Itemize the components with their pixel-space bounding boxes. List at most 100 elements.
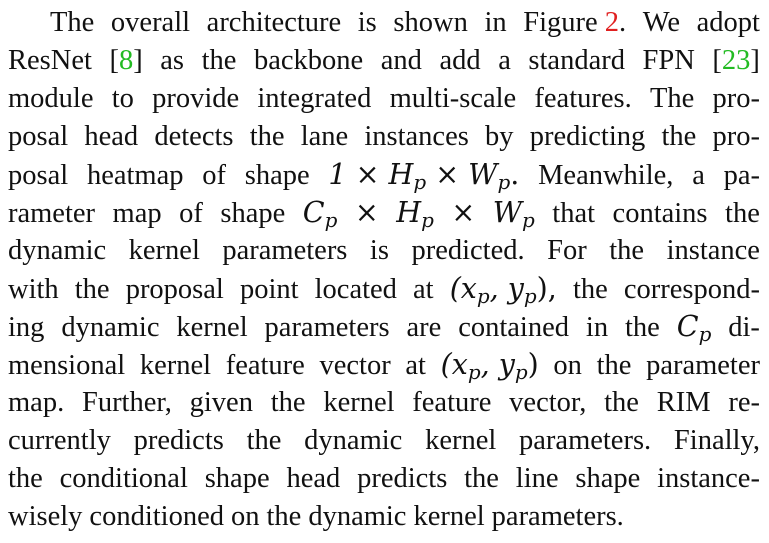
times-symbol: × xyxy=(354,196,379,229)
math-subscript: p xyxy=(698,321,712,346)
word: a xyxy=(692,160,705,191)
math-subscript: p xyxy=(522,207,535,232)
math-text: , y xyxy=(480,348,515,381)
word: shape xyxy=(575,463,641,494)
word: in xyxy=(585,312,609,343)
math-text: ), xyxy=(536,272,557,305)
word: dynamic xyxy=(8,235,107,266)
text-line-13: the conditional shape head predicts the … xyxy=(8,460,760,498)
word: posal xyxy=(8,160,69,191)
word: are xyxy=(406,312,442,343)
math-subscript: p xyxy=(413,169,427,194)
word: adopt xyxy=(696,7,760,38)
word: posal xyxy=(8,121,69,152)
word: module xyxy=(8,83,94,114)
times-symbol: × xyxy=(451,196,476,229)
word: and xyxy=(380,45,422,76)
word: pro- xyxy=(712,83,760,114)
word: given xyxy=(189,387,253,418)
text-line-12: currently predicts the dynamic kernel pa… xyxy=(8,422,760,460)
word: kernel xyxy=(425,425,497,456)
word: kernel xyxy=(323,387,395,418)
figure-reference: Figure 2. xyxy=(523,4,626,42)
math-symbol: Cp xyxy=(303,194,338,232)
word: shown xyxy=(393,7,468,38)
word: by xyxy=(485,121,514,152)
word: the xyxy=(270,387,306,418)
word: shape xyxy=(220,198,286,229)
math-coordinate: (xp, yp), xyxy=(450,270,557,308)
word: parameters xyxy=(222,235,348,266)
word: point xyxy=(239,274,299,305)
math-coordinate: (xp, yp) xyxy=(441,346,539,384)
math-text: (x xyxy=(440,348,468,381)
text-line-7: dynamic kernel parameters is predicted. … xyxy=(8,232,760,270)
word: the xyxy=(74,274,110,305)
word: currently xyxy=(8,425,111,456)
word: integrated xyxy=(257,83,372,114)
citation-23[interactable]: [23] xyxy=(712,42,760,80)
word: on xyxy=(553,350,582,381)
word: parameter xyxy=(646,350,760,381)
citation-text[interactable]: [8] xyxy=(109,45,142,76)
word: predicting xyxy=(529,121,646,152)
word: shape xyxy=(244,160,310,191)
word: . xyxy=(619,7,627,38)
text-line-11: map. Further, given the kernel feature v… xyxy=(8,384,760,422)
math-symbol: Hp xyxy=(396,194,434,232)
bracket-open: [ xyxy=(712,45,722,76)
word: re- xyxy=(728,387,760,418)
word: predicts xyxy=(357,463,448,494)
text-line-8: with the proposal point located at (xp, … xyxy=(8,270,760,308)
word: We xyxy=(642,7,681,38)
word: predicts xyxy=(133,425,224,456)
word: the xyxy=(246,425,282,456)
word: shape xyxy=(204,463,270,494)
math-text: C xyxy=(302,196,325,229)
word: the xyxy=(604,387,639,418)
word: the xyxy=(596,350,632,381)
text-line-10: mensional kernel feature vector at (xp, … xyxy=(8,346,760,384)
figure-link[interactable]: 2 xyxy=(605,7,619,38)
word: Further, xyxy=(81,387,172,418)
math-text: ) xyxy=(527,348,539,381)
word: the xyxy=(8,463,43,494)
word: detects xyxy=(154,121,234,152)
word: as xyxy=(160,45,185,76)
word: the xyxy=(201,45,237,76)
citation-text[interactable]: [23] xyxy=(712,45,760,76)
math-symbol: Cp xyxy=(677,308,712,346)
word: parameters. xyxy=(491,501,624,532)
math-symbol: Wp xyxy=(493,194,535,232)
word: predicted. xyxy=(411,235,525,266)
word: heatmap xyxy=(86,160,184,191)
word: proposal xyxy=(125,274,224,305)
word: pa- xyxy=(723,160,760,191)
word: map. xyxy=(8,387,65,418)
word: parameters. xyxy=(519,425,652,456)
math-shape-expression: 1 × Hp × Wp. xyxy=(328,156,519,194)
paper-page: The overall architecture is shown in Fig… xyxy=(0,0,769,543)
word: Finally, xyxy=(673,425,760,456)
math-text: (x xyxy=(449,272,477,305)
word: For xyxy=(547,235,587,266)
text-line-1: The overall architecture is shown in Fig… xyxy=(50,4,760,42)
word: the xyxy=(266,501,302,532)
word: kernel xyxy=(139,350,212,381)
word: multi-scale xyxy=(389,83,517,114)
math-subscript: p xyxy=(523,283,537,308)
word: ResNet xyxy=(8,45,92,76)
citation-number[interactable]: 8 xyxy=(119,45,133,76)
citation-number[interactable]: 23 xyxy=(722,45,751,76)
word: the xyxy=(609,235,645,266)
word: ing xyxy=(8,312,45,343)
citation-8[interactable]: [8] xyxy=(109,42,142,80)
word: to xyxy=(111,83,134,114)
bracket-open: [ xyxy=(109,45,119,76)
word: the xyxy=(725,198,760,229)
word: dynamic xyxy=(308,501,407,532)
text-line-6: rameter map of shape Cp × Hp × Wp that c… xyxy=(8,194,760,232)
word: di- xyxy=(728,312,760,343)
word: of xyxy=(179,198,203,229)
word: conditional xyxy=(59,463,188,494)
